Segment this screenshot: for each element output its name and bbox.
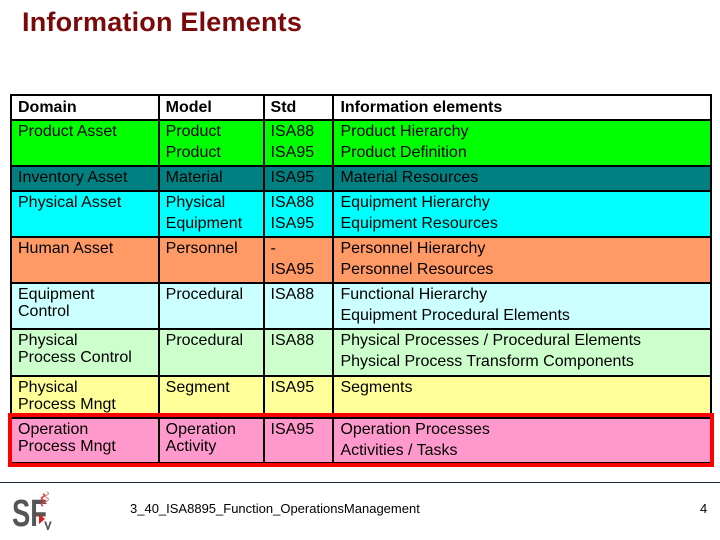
cell-std: ISA95 — [262, 165, 335, 191]
header-model: Model — [157, 94, 265, 120]
cell-domain: Operation Process Mngt — [10, 417, 160, 463]
document-name: 3_40_ISA8895_Function_OperationsManageme… — [130, 501, 420, 516]
cell-model: Procedural — [157, 328, 265, 376]
table-row-physical-asset: Physical Asset Physical Equipment ISA88 IS… — [10, 190, 712, 237]
cell-domain: Physical Asset — [10, 190, 160, 237]
cell-elements: Material Resources — [332, 165, 712, 191]
header-std: Std — [262, 94, 335, 120]
page-number: 4 — [700, 501, 708, 516]
sfy-logo-icon: SF y — [12, 491, 52, 530]
slide-title: Information Elements — [22, 7, 303, 37]
cell-model: Procedural — [157, 282, 265, 329]
cell-domain: Physical Process Control — [10, 328, 160, 376]
cell-std: ISA88 — [262, 328, 335, 376]
cell-std: ISA95 — [262, 375, 335, 418]
cell-model: Physical Equipment — [157, 190, 265, 237]
table-row-equipment-control: Equipment Control Procedural ISA88 Functi… — [10, 282, 712, 329]
table-row-physical-process-control: Physical Process Control Procedural ISA88… — [10, 328, 712, 376]
cell-std: ISA95 — [262, 417, 335, 463]
cell-elements: Operation Processes Activities / Tasks — [332, 417, 712, 463]
cell-std: - ISA95 — [262, 236, 335, 283]
svg-text:y: y — [44, 516, 52, 530]
cell-domain: Inventory Asset — [10, 165, 160, 191]
table-row-human-asset: Human Asset Personnel - ISA95 Personnel H… — [10, 236, 712, 283]
table-row-physical-process-mngt: Physical Process Mngt Segment ISA95 Segme… — [10, 375, 712, 418]
footer-divider — [0, 482, 720, 483]
cell-model: Personnel — [157, 236, 265, 283]
header-information-elements: Information elements — [332, 94, 712, 120]
cell-std: ISA88 ISA95 — [262, 190, 335, 237]
table-row-product-asset: Product Asset Product Product ISA88 ISA95 … — [10, 119, 712, 166]
cell-elements: Functional Hierarchy Equipment Procedural… — [332, 282, 712, 329]
table-row-inventory-asset: Inventory Asset Material ISA95 Material … — [10, 165, 712, 191]
table-row-operation-process-mngt: Operation Process Mngt Operation Activity … — [10, 417, 712, 463]
cell-elements: Segments — [332, 375, 712, 418]
cell-std: ISA88 ISA95 — [262, 119, 335, 166]
cell-domain: Equipment Control — [10, 282, 160, 329]
cell-model: Segment — [157, 375, 265, 418]
cell-elements: Product Hierarchy Product Definition — [332, 119, 712, 166]
header-domain: Domain — [10, 94, 160, 120]
cell-model: Material — [157, 165, 265, 191]
cell-elements: Personnel Hierarchy Personnel Resources — [332, 236, 712, 283]
cell-elements: Equipment Hierarchy Equipment Resources — [332, 190, 712, 237]
information-elements-table: Domain Model Std Information elements Pr… — [10, 94, 712, 464]
cell-model: Product Product — [157, 119, 265, 166]
cell-std: ISA88 — [262, 282, 335, 329]
cell-domain: Human Asset — [10, 236, 160, 283]
cell-model: Operation Activity — [157, 417, 265, 463]
cell-elements: Physical Processes / Procedural Elements… — [332, 328, 712, 376]
cell-domain: Product Asset — [10, 119, 160, 166]
table-header-row: Domain Model Std Information elements — [10, 94, 712, 120]
cell-domain: Physical Process Mngt — [10, 375, 160, 418]
